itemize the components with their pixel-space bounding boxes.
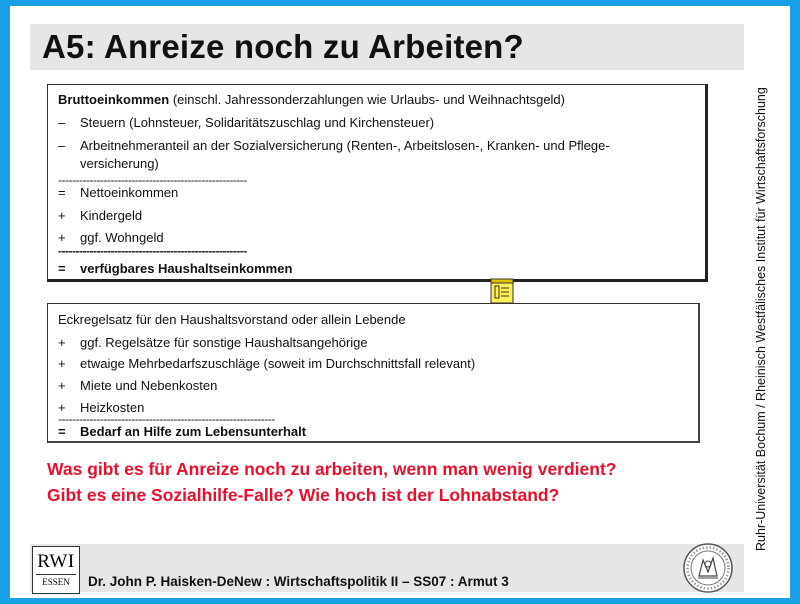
- income-item: + Kindergeld: [58, 208, 142, 223]
- separator-line: ----------------------------------------…: [58, 244, 247, 258]
- income-item: – Arbeitnehmeranteil an der Sozialversich…: [58, 137, 688, 173]
- logo-line1: RWI: [37, 551, 75, 572]
- income-header-rest: (einschl. Jahressonderzahlungen wie Urla…: [169, 92, 565, 107]
- item-symbol: –: [58, 115, 66, 130]
- question-line: Was gibt es für Anreize noch zu arbeiten…: [47, 459, 617, 479]
- item-symbol: =: [58, 185, 66, 200]
- item-text: Kindergeld: [80, 208, 143, 223]
- title-bar: A5: Anreize noch zu Arbeiten?: [30, 24, 744, 70]
- slide: A5: Anreize noch zu Arbeiten? Bruttoeink…: [10, 6, 790, 598]
- rwi-logo: RWI ESSEN: [32, 546, 80, 594]
- item-text: Arbeitnehmeranteil an der Sozialversiche…: [80, 138, 610, 171]
- welfare-box: Eckregelsatz für den Haushaltsvorstand o…: [47, 303, 700, 443]
- logo-line2: ESSEN: [42, 577, 70, 587]
- item-symbol: +: [58, 230, 66, 245]
- item-symbol: =: [58, 261, 66, 276]
- footer-text: Dr. John P. Haisken-DeNew : Wirtschaftsp…: [88, 574, 509, 589]
- welfare-header: Eckregelsatz für den Haushaltsvorstand o…: [58, 312, 406, 327]
- side-institution-text: Ruhr-Universität Bochum / Rheinisch West…: [754, 87, 768, 551]
- result-text: Bedarf an Hilfe zum Lebensunterhalt: [80, 424, 307, 439]
- note-icon[interactable]: [490, 276, 514, 304]
- item-symbol: +: [58, 378, 66, 393]
- income-item: = Nettoeinkommen: [58, 185, 178, 200]
- item-text: etwaige Mehrbedarfszuschläge (soweit im …: [80, 356, 476, 371]
- result-text: verfügbares Haushaltseinkommen: [80, 261, 293, 276]
- welfare-item: + ggf. Regelsätze für sonstige Haushaltsa…: [58, 335, 368, 350]
- income-box: Bruttoeinkommen (einschl. Jahressonderza…: [47, 84, 708, 282]
- logo-rule: [36, 574, 76, 575]
- item-symbol: +: [58, 356, 66, 371]
- item-text: ggf. Wohngeld: [80, 230, 164, 245]
- question-line: Gibt es eine Sozialhilfe-Falle? Wie hoch…: [47, 485, 560, 505]
- welfare-result: = Bedarf an Hilfe zum Lebensunterhalt: [58, 424, 306, 439]
- university-seal-icon: [683, 543, 733, 593]
- item-symbol: +: [58, 335, 66, 350]
- item-symbol: =: [58, 424, 66, 439]
- item-text: Nettoeinkommen: [80, 185, 179, 200]
- item-text: ggf. Regelsätze für sonstige Haushaltsan…: [80, 335, 368, 350]
- welfare-item: + Miete und Nebenkosten: [58, 378, 217, 393]
- item-symbol: –: [58, 138, 66, 153]
- item-text: Steuern (Lohnsteuer, Solidaritätszuschla…: [80, 115, 435, 130]
- question-text: Was gibt es für Anreize noch zu arbeiten…: [47, 456, 617, 508]
- item-text: Miete und Nebenkosten: [80, 378, 218, 393]
- item-symbol: +: [58, 208, 66, 223]
- income-result: = verfügbares Haushaltseinkommen: [58, 261, 292, 276]
- income-item: + ggf. Wohngeld: [58, 230, 164, 245]
- income-header-bold: Bruttoeinkommen: [58, 92, 170, 107]
- slide-title: A5: Anreize noch zu Arbeiten?: [42, 28, 524, 65]
- income-header: Bruttoeinkommen (einschl. Jahressonderza…: [58, 92, 565, 107]
- income-item: – Steuern (Lohnsteuer, Solidaritätszuschl…: [58, 115, 434, 130]
- welfare-item: + etwaige Mehrbedarfszuschläge (soweit im…: [58, 356, 475, 371]
